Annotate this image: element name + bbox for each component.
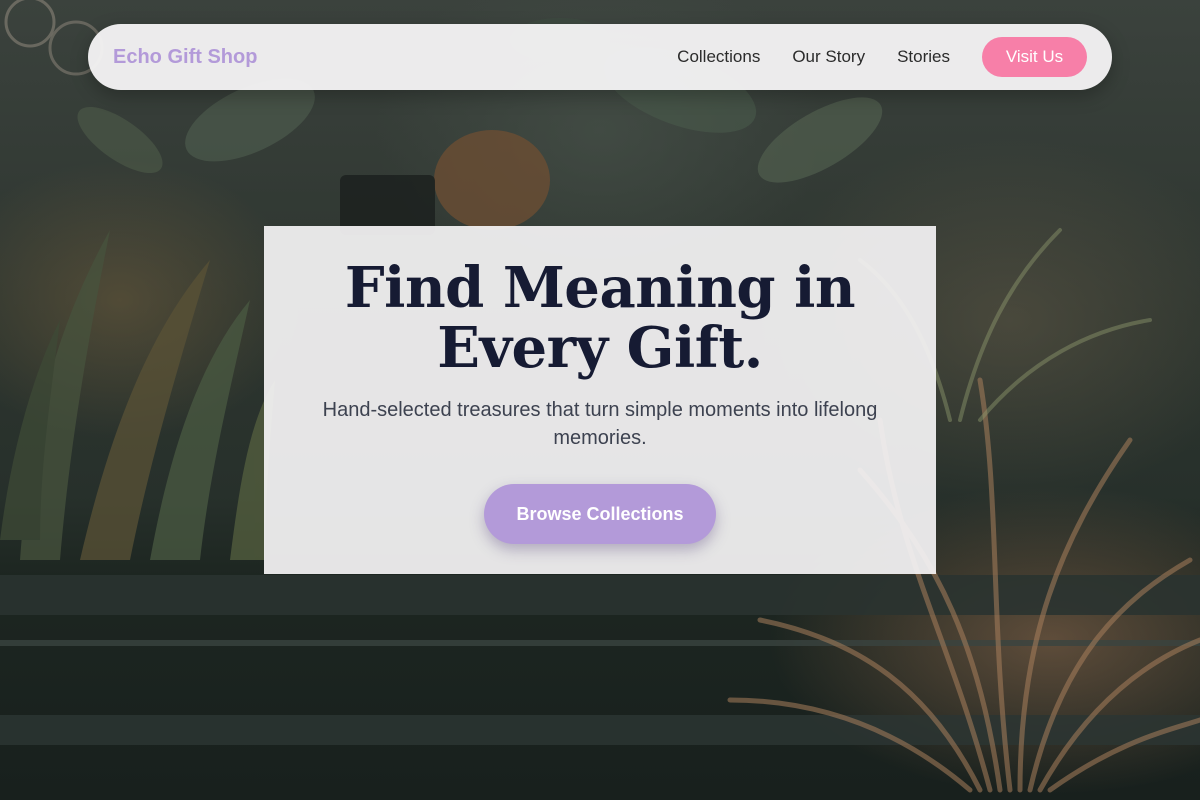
brand-logo-link[interactable]: Echo Gift Shop [113,46,257,69]
top-navbar: Echo Gift Shop Collections Our Story Sto… [88,24,1112,90]
nav-link-stories[interactable]: Stories [897,47,950,67]
hero-subtitle: Hand-selected treasures that turn simple… [322,399,878,449]
visit-us-button[interactable]: Visit Us [982,37,1087,77]
hero-title: Find Meaning in Every Gift. [344,255,856,381]
nav-link-collections[interactable]: Collections [677,47,760,67]
hero-card: Find Meaning in Every Gift. Hand-selecte… [264,226,936,574]
browse-collections-button[interactable]: Browse Collections [484,484,716,544]
nav-links: Collections Our Story Stories Visit Us [677,37,1087,77]
nav-link-our-story[interactable]: Our Story [792,47,865,67]
